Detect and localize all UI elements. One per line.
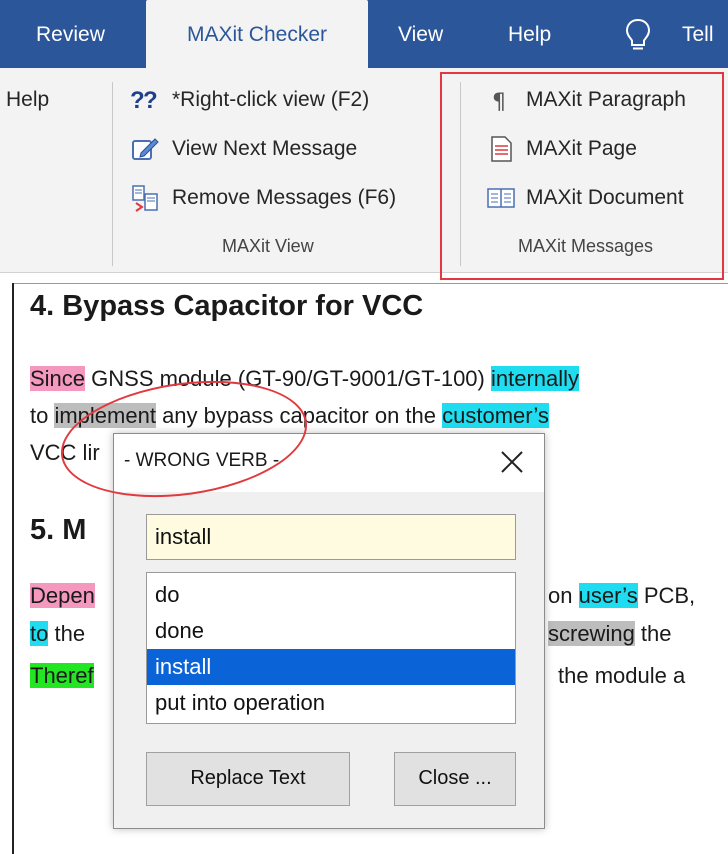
highlighted-word[interactable]: Since bbox=[30, 366, 86, 391]
replacement-input[interactable]: install bbox=[146, 514, 516, 560]
lightbulb-icon[interactable] bbox=[622, 0, 662, 68]
suggestion-item[interactable]: put into operation bbox=[147, 685, 515, 721]
suggestion-list[interactable]: do done install put into operation bbox=[146, 572, 516, 724]
paragraph-line: on user’s PCB, bbox=[548, 579, 695, 613]
highlighted-word[interactable]: internally bbox=[490, 366, 580, 391]
text-run: the bbox=[48, 621, 86, 646]
paragraph-line: Depen bbox=[30, 579, 95, 613]
annotation-highlight-box bbox=[440, 72, 724, 280]
tab-help[interactable]: Help bbox=[508, 0, 551, 68]
tab-tell-me[interactable]: Tell bbox=[682, 0, 714, 68]
paragraph-line: the module a bbox=[558, 663, 686, 688]
close-icon[interactable] bbox=[494, 444, 530, 480]
paragraph-line: screwing the bbox=[548, 617, 672, 651]
help-button[interactable]: Help bbox=[6, 82, 49, 118]
remove-messages-icon bbox=[132, 185, 158, 212]
suggestion-item[interactable]: done bbox=[147, 613, 515, 649]
suggestion-item[interactable]: do bbox=[147, 577, 515, 613]
suggestion-item-selected[interactable]: install bbox=[147, 649, 515, 685]
edit-icon bbox=[132, 138, 159, 160]
text-run: on bbox=[548, 583, 579, 608]
highlighted-word[interactable]: user’s bbox=[578, 583, 638, 608]
section-heading-5: 5. M bbox=[30, 514, 87, 546]
remove-messages-label: Remove Messages (F6) bbox=[172, 186, 397, 209]
tab-review[interactable]: Review bbox=[36, 0, 105, 68]
group-label-maxit-view: MAXit View bbox=[222, 236, 314, 256]
right-click-view-label: *Right-click view (F2) bbox=[172, 88, 370, 111]
ribbon-tab-bar: Review MAXit Checker View Help Tell bbox=[0, 0, 728, 68]
replace-text-button[interactable]: Replace Text bbox=[146, 752, 350, 806]
flagged-word[interactable]: screwing bbox=[548, 621, 635, 646]
paragraph-line: Theref bbox=[30, 659, 94, 693]
text-run: to bbox=[30, 403, 55, 428]
close-button[interactable]: Close ... bbox=[394, 752, 516, 806]
ribbon-divider bbox=[112, 82, 113, 266]
tab-view[interactable]: View bbox=[398, 0, 443, 68]
question-icon: ? ? bbox=[130, 87, 158, 114]
highlighted-word[interactable]: Depen bbox=[30, 583, 95, 608]
page-edge bbox=[12, 283, 14, 854]
highlighted-word[interactable]: Theref bbox=[30, 663, 94, 688]
view-next-message-button[interactable]: View Next Message bbox=[130, 131, 430, 167]
tab-maxit-checker[interactable]: MAXit Checker bbox=[146, 0, 368, 68]
right-click-view-button[interactable]: ? ? *Right-click view (F2) bbox=[130, 82, 430, 118]
text-run: PCB, bbox=[637, 583, 696, 608]
svg-text:?: ? bbox=[143, 87, 158, 114]
highlighted-word[interactable]: customer’s bbox=[442, 403, 549, 428]
view-next-message-label: View Next Message bbox=[172, 137, 358, 160]
section-heading-4: 4. Bypass Capacitor for VCC bbox=[30, 290, 424, 322]
remove-messages-button[interactable]: Remove Messages (F6) bbox=[130, 180, 430, 216]
paragraph-line: to the bbox=[30, 617, 85, 651]
paragraph-line: Since GNSS module (GT-90/GT-9001/GT-100)… bbox=[30, 362, 580, 396]
highlighted-word[interactable]: to bbox=[30, 621, 49, 646]
text-run: the bbox=[634, 621, 672, 646]
page-edge bbox=[12, 283, 728, 284]
text-run: GNSS module (GT-90/GT-9001/GT-100) bbox=[85, 366, 491, 391]
